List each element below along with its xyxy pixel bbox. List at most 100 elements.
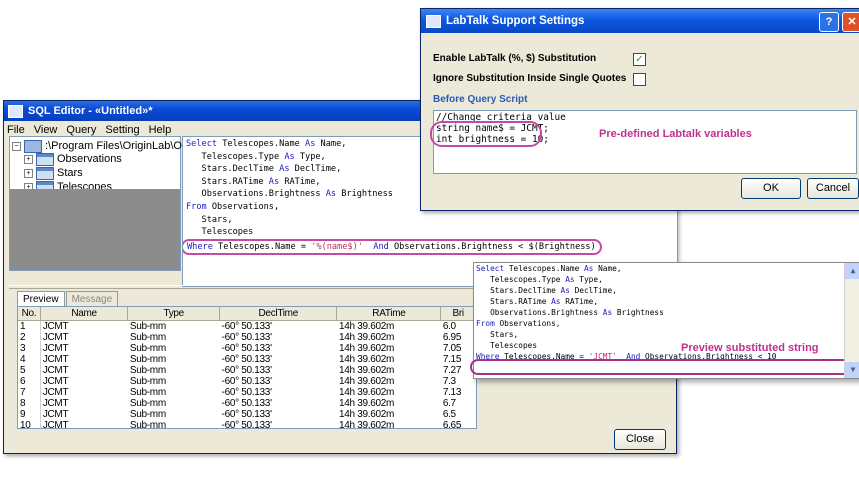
scroll-up-icon[interactable]: ▲ [845,263,859,279]
menu-help[interactable]: Help [149,124,172,136]
table-cell: Sub-mm [129,343,166,354]
table-cell: 6.65 [442,420,462,429]
preview-popup: Select Telescopes.Name As Name, Telescop… [470,262,859,379]
table-cell: Sub-mm [129,376,166,387]
table-row: 7 JCMT Sub-mm -60° 50.133' 14h 39.602m 7.13 [18,387,476,398]
enable-labtalk-checkbox[interactable]: ✓ [633,53,646,66]
column-header[interactable]: DeclTime [219,307,338,321]
menu-setting[interactable]: Setting [105,124,139,136]
table-cell: 6.0 [442,321,456,332]
table-cell: 14h 39.602m [338,387,395,398]
table-cell: 14h 39.602m [338,376,395,387]
before-query-script[interactable]: //Change criteria value string name$ = J… [430,110,857,174]
table-row: 1 JCMT Sub-mm -60° 50.133' 14h 39.602m 6.0 [18,320,476,332]
table-cell: 2 [18,332,41,343]
grid-body: 1 JCMT Sub-mm -60° 50.133' 14h 39.602m 6.0 2 JC… [18,320,476,429]
table-cell: 10 [18,420,41,428]
tree-root[interactable]: − :\Program Files\OriginLab\O [12,139,182,153]
table-cell: Sub-mm [129,365,166,376]
column-header[interactable]: No. [18,307,41,321]
table-cell: 14h 39.602m [338,321,395,332]
sql-line: Stars.DeclTime As DeclTime, [476,286,617,295]
table-cell: JCMT [42,365,69,376]
sql-where-line: Where Telescopes.Name = '%(name$)' And O… [183,238,674,256]
labtalk-titlebar[interactable]: LabTalk Support Settings ? ✕ [421,9,859,33]
column-header[interactable]: Type [127,307,221,321]
table-cell: Sub-mm [129,409,166,420]
sql-keyword: As [565,275,575,284]
tree-item-observations[interactable]: + Observations [24,152,122,166]
table-cell: -60° 50.133' [221,420,272,429]
tree-item-stars[interactable]: + Stars [24,166,83,180]
tab-message[interactable]: Message [65,291,119,307]
scroll-down-icon[interactable]: ▼ [845,362,859,378]
table-icon [36,166,54,180]
table-cell: -60° 50.133' [221,398,272,409]
sql-keyword: As [560,286,570,295]
table-cell: 6.7 [442,398,456,409]
sql-keyword: From [476,319,495,328]
app-icon [8,104,23,118]
table-cell: Sub-mm [129,321,166,332]
table-cell: 14h 39.602m [338,398,395,409]
table-cell: 7.13 [442,387,462,398]
table-row: 8 JCMT Sub-mm -60° 50.133' 14h 39.602m 6.7 [18,398,476,409]
table-row: 3 JCMT Sub-mm -60° 50.133' 14h 39.602m 7.05 [18,343,476,354]
table-cell: 14h 39.602m [338,409,395,420]
close-button[interactable]: Close [614,429,666,450]
dialog-icon [426,14,441,28]
sql-string: '%(name$)' [311,241,363,252]
table-row: 9 JCMT Sub-mm -60° 50.133' 14h 39.602m 6.5 [18,409,476,420]
table-cell: -60° 50.133' [221,376,272,387]
ignore-quotes-checkbox[interactable] [633,73,646,86]
table-cell: Sub-mm [129,387,166,398]
table-cell: 7.3 [442,376,456,387]
column-header[interactable]: Name [40,307,129,321]
column-header[interactable]: RATime [336,307,442,321]
expand-icon[interactable]: + [24,154,33,164]
tree-item-label: Observations [57,153,122,165]
sql-line: From Observations, [476,319,561,328]
expand-icon[interactable]: + [24,168,33,178]
sql-line: Telescopes.Type As Type, [476,275,603,284]
table-cell: 7 [18,387,41,398]
help-icon[interactable]: ? [819,12,839,32]
column-header[interactable]: Bri [440,307,476,321]
sql-keyword: As [583,264,594,273]
database-icon [24,139,42,153]
sql-line: Stars.RATime As RATime, [476,297,599,306]
table-cell: 14h 39.602m [338,332,395,343]
tree-item-label: Stars [57,167,83,179]
menu-query[interactable]: Query [66,124,96,136]
table-cell: 14h 39.602m [338,343,395,354]
preview-annotation: Preview substituted string [681,342,819,354]
ok-button[interactable]: OK [741,178,801,199]
close-icon[interactable]: ✕ [842,12,859,32]
table-cell: 7.05 [442,343,462,354]
table-cell: -60° 50.133' [221,387,272,398]
variables-highlight [430,121,542,147]
menu-view[interactable]: View [34,124,58,136]
table-cell: Sub-mm [129,354,166,365]
table-cell: 14h 39.602m [338,420,395,429]
collapse-icon[interactable]: − [12,141,21,151]
table-cell: Sub-mm [129,420,166,429]
table-cell: -60° 50.133' [221,409,272,420]
sql-line: Select Telescopes.Name As Name, [476,264,622,273]
preview-scrollbar[interactable]: ▲ ▼ [844,263,859,378]
table-cell: 4 [18,354,41,365]
tree-root-label: :\Program Files\OriginLab\O [45,140,182,152]
table-cell: -60° 50.133' [221,332,272,343]
table-cell: 14h 39.602m [338,365,395,376]
tab-preview[interactable]: Preview [17,291,65,307]
table-cell: 6.95 [442,332,462,343]
sql-line: Telescopes [186,227,254,238]
table-tree: − :\Program Files\OriginLab\O + Observat… [9,136,182,271]
cancel-button[interactable]: Cancel [807,178,859,199]
table-cell: 6.5 [442,409,456,420]
sql-line: Stars, [476,330,519,339]
table-cell: JCMT [42,354,69,365]
table-cell: -60° 50.133' [221,321,272,332]
table-cell: JCMT [42,332,69,343]
menu-file[interactable]: File [7,124,25,136]
